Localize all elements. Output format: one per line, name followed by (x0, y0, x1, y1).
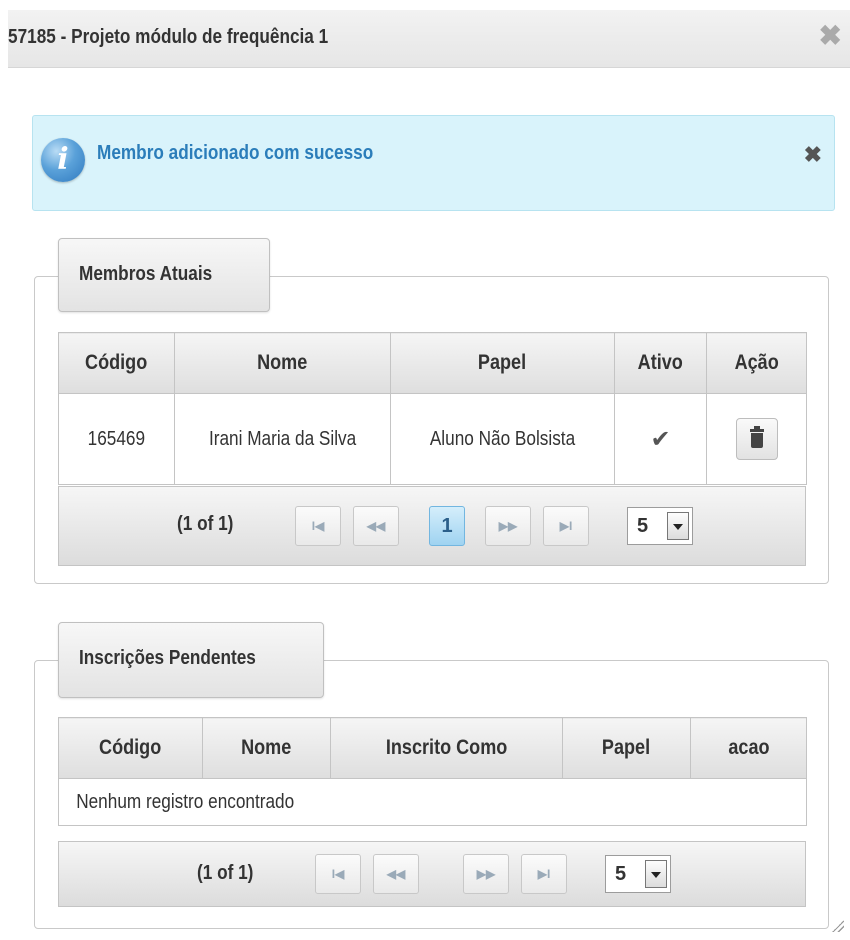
members-legend-toggle[interactable]: Membros Atuais (58, 238, 270, 312)
members-table: Código Nome Papel Ativo Ação 165469 Iran… (58, 332, 807, 485)
pending-legend-label: Inscrições Pendentes (79, 647, 256, 669)
members-legend-label: Membros Atuais (79, 263, 213, 285)
success-message: i Membro adicionado com sucesso ✖ (32, 115, 835, 211)
first-page-button[interactable]: I◀ (295, 506, 341, 546)
check-icon: ✔ (650, 425, 671, 453)
delete-member-button[interactable] (735, 418, 778, 460)
cell-codigo: 165469 (58, 393, 175, 485)
dialog-title: 57185 - Projeto módulo de frequência 1 (8, 26, 329, 48)
column-header-papel[interactable]: Papel (562, 717, 691, 779)
chevron-down-icon[interactable] (667, 512, 689, 540)
message-close-icon[interactable]: ✖ (804, 142, 822, 168)
last-page-button[interactable]: ▶I (521, 854, 567, 894)
page-1-button[interactable]: 1 (429, 506, 465, 546)
members-header-row: Código Nome Papel Ativo Ação (58, 332, 807, 394)
members-paginator: (1 of 1) I◀ ◀◀ 1 ▶▶ ▶I 5 (58, 486, 806, 566)
prev-page-button[interactable]: ◀◀ (353, 506, 399, 546)
rows-per-page-select[interactable]: 5 (605, 855, 671, 893)
rows-per-page-select[interactable]: 5 (627, 507, 693, 545)
column-header-ativo[interactable]: Ativo (614, 332, 707, 394)
page-count: (1 of 1) (177, 513, 234, 535)
chevron-down-icon[interactable] (645, 860, 667, 888)
rows-per-page-value: 5 (637, 515, 649, 537)
info-icon: i (41, 138, 85, 182)
column-header-acao[interactable]: acao (690, 717, 807, 779)
table-row: 165469 Irani Maria da Silva Aluno Não Bo… (58, 393, 807, 485)
column-header-nome[interactable]: Nome (202, 717, 331, 779)
success-message-text: Membro adicionado com sucesso (97, 142, 374, 164)
first-page-button[interactable]: I◀ (315, 854, 361, 894)
empty-row: Nenhum registro encontrado (58, 778, 807, 826)
pending-header-row: Código Nome Inscrito Como Papel acao (58, 717, 807, 779)
next-page-button[interactable]: ▶▶ (485, 506, 531, 546)
next-page-button[interactable]: ▶▶ (463, 854, 509, 894)
column-header-inscrito-como[interactable]: Inscrito Como (330, 717, 563, 779)
page-count: (1 of 1) (197, 862, 254, 884)
project-dialog: 57185 - Projeto módulo de frequência 1 ✖… (0, 0, 850, 940)
cell-acao (706, 393, 807, 485)
column-header-papel[interactable]: Papel (390, 332, 615, 394)
empty-message: Nenhum registro encontrado (58, 778, 807, 826)
dialog-close-icon[interactable]: ✖ (819, 22, 842, 50)
last-page-button[interactable]: ▶I (543, 506, 589, 546)
column-header-codigo[interactable]: Código (58, 717, 203, 779)
column-header-acao[interactable]: Ação (706, 332, 807, 394)
resize-handle[interactable] (832, 920, 844, 932)
cell-nome: Irani Maria da Silva (174, 393, 391, 485)
pending-paginator: (1 of 1) I◀ ◀◀ ▶▶ ▶I 5 (58, 841, 806, 907)
cell-ativo: ✔ (614, 393, 707, 485)
pending-legend-toggle[interactable]: Inscrições Pendentes (58, 622, 324, 698)
prev-page-button[interactable]: ◀◀ (373, 854, 419, 894)
rows-per-page-value: 5 (615, 863, 627, 885)
pending-table: Código Nome Inscrito Como Papel acao Nen… (58, 717, 807, 826)
column-header-codigo[interactable]: Código (58, 332, 175, 394)
dialog-titlebar: 57185 - Projeto módulo de frequência 1 ✖ (8, 10, 850, 68)
cell-papel: Aluno Não Bolsista (390, 393, 615, 485)
column-header-nome[interactable]: Nome (174, 332, 391, 394)
